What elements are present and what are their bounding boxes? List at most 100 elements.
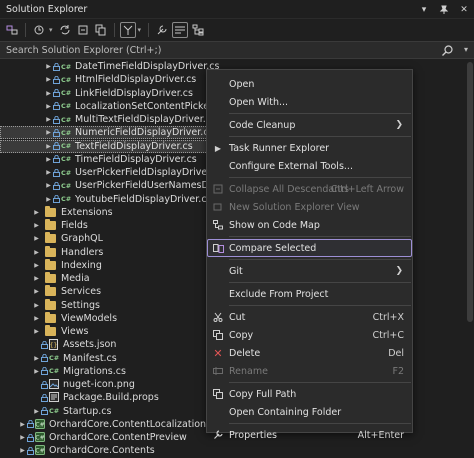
properties-wrench-icon[interactable] [154,22,170,38]
csharp-file-icon: C# [61,155,72,164]
vertical-scrollbar[interactable] [467,62,473,322]
expand-arrow-icon[interactable]: ▶ [44,182,53,189]
tree-item-label: nuget-icon.png [63,379,135,390]
menu-item-open[interactable]: Open [207,75,412,93]
expand-arrow-icon[interactable]: ▶ [44,116,53,123]
expand-arrow-icon[interactable]: ▶ [32,209,41,216]
expand-arrow-icon[interactable]: ▶ [32,235,41,242]
close-icon[interactable]: ✕ [458,4,470,16]
menu-item-label: Properties [229,429,278,441]
track-active-item-icon[interactable] [119,22,136,38]
menu-item-open-with[interactable]: Open With... [207,93,412,111]
expand-arrow-icon[interactable]: ▶ [32,368,41,375]
menu-item-compare-selected[interactable]: Compare Selected [207,239,412,257]
menu-separator [229,423,411,424]
expand-arrow-icon[interactable]: ▶ [44,156,53,163]
menu-item-properties[interactable]: Properties Alt+Enter [207,426,412,444]
menu-item-git[interactable]: Git ❯ [207,262,412,280]
tree-project-item[interactable]: ▶ C# OrchardCore.Contents [0,444,474,457]
expand-arrow-icon[interactable]: ▶ [44,76,53,83]
switch-views-icon[interactable] [4,22,20,38]
tree-item-label: Migrations.cs [63,365,126,377]
menu-item-rename[interactable]: Rename F2 [207,362,412,380]
tree-item-label: Package.Build.props [63,392,159,404]
menu-item-label: Rename [229,365,268,377]
pending-changes-icon[interactable] [31,22,47,38]
menu-item-shortcut: Ctrl+Left Arrow [330,183,404,195]
csharp-file-icon: C# [49,367,60,376]
tree-file-item[interactable]: ▶ C# TextFieldDisplayDriver.cs [0,139,216,153]
expand-arrow-icon[interactable]: ▶ [44,90,53,97]
expand-arrow-icon[interactable]: ▶ [44,196,53,203]
menu-item-show-on-code-map[interactable]: Show on Code Map [207,216,412,234]
lock-icon [27,433,34,442]
expand-arrow-icon[interactable]: ▶ [32,288,41,295]
tree-file-item[interactable]: ▶ C# NumericFieldDisplayDriver.cs [0,126,216,140]
menu-item-open-containing-folder[interactable]: Open Containing Folder [207,403,412,421]
expand-arrow-icon[interactable]: ▶ [44,103,53,110]
menu-item-task-runner-explorer[interactable]: ▶ Task Runner Explorer [207,139,412,157]
menu-item-code-cleanup[interactable]: Code Cleanup ❯ [207,116,412,134]
dropdown-icon[interactable]: ▾ [418,4,430,16]
expand-arrow-icon[interactable]: ▶ [18,447,27,454]
preview-selected-items-icon[interactable] [172,22,189,38]
expand-arrow-icon[interactable]: ▶ [32,302,41,309]
expand-arrow-icon[interactable]: ▶ [44,143,53,150]
menu-item-cut[interactable]: Cut Ctrl+X [207,308,412,326]
search-bar[interactable]: Search Solution Explorer (Ctrl+;) ▾ [0,41,474,59]
menu-item-collapse-all-descendants[interactable]: Collapse All Descendants Ctrl+Left Arrow [207,180,412,198]
toolbar: ▾ ▾ [0,19,474,41]
expand-arrow-icon[interactable]: ▶ [44,129,53,136]
json-file-icon: {} [49,339,58,351]
lock-icon [53,62,60,71]
menu-item-copy[interactable]: Copy Ctrl+C [207,326,412,344]
expand-arrow-icon[interactable]: ▶ [44,169,53,176]
expand-arrow-icon[interactable]: ▶ [32,328,41,335]
chevron-down-icon[interactable]: ▾ [49,26,53,34]
csharp-project-icon: C# [35,418,45,430]
menu-separator [229,282,411,283]
csharp-file-icon: C# [61,168,72,177]
expand-arrow-icon[interactable]: ▶ [32,249,41,256]
lock-icon [53,115,60,124]
sync-icon[interactable] [57,22,73,38]
menu-item-label: Git [229,265,243,277]
pin-icon[interactable] [438,4,450,16]
folder-icon [45,219,56,230]
search-options-chevron-icon[interactable]: ▾ [464,45,468,54]
search-input[interactable]: Search Solution Explorer (Ctrl+;) [6,45,161,56]
expand-arrow-icon[interactable]: ▶ [18,434,27,441]
tree-item-label: Indexing [61,259,102,271]
lock-icon [41,235,44,243]
expand-arrow-icon[interactable]: ▶ [32,355,41,362]
menu-item-label: Open [229,78,255,90]
csharp-project-icon: C# [35,432,45,443]
expand-arrow-icon[interactable]: ▶ [32,408,41,415]
expand-arrow-icon[interactable]: ▶ [32,222,41,229]
menu-item-copy-full-path[interactable]: Copy Full Path [207,385,412,403]
lock-icon [41,261,44,269]
menu-item-delete[interactable]: ✕ Delete Del [207,344,412,362]
menu-item-exclude-from-project[interactable]: Exclude From Project [207,285,412,303]
menu-item-new-solution-explorer-view[interactable]: New Solution Explorer View [207,198,412,216]
menu-item-shortcut: Alt+Enter [357,429,404,441]
hierarchy-icon[interactable] [190,22,206,38]
csharp-file-icon: C# [61,75,72,84]
csharp-file-icon: C# [61,142,72,150]
expand-arrow-icon[interactable]: ▶ [32,262,41,269]
folder-icon [45,272,56,283]
expand-arrow-icon[interactable]: ▶ [32,275,41,282]
menu-item-label: Exclude From Project [229,288,329,300]
menu-separator [229,177,411,178]
expand-arrow-icon[interactable]: ▶ [32,315,41,322]
expand-arrow-icon[interactable]: ▶ [18,421,27,428]
collapse-all-icon[interactable] [75,22,91,38]
tree-item-label: GraphQL [61,233,103,245]
tree-item-label: YoutubeFieldDisplayDriver.cs [75,193,212,205]
chevron-down-icon[interactable]: ▾ [138,26,142,34]
search-icon[interactable] [441,44,454,57]
expand-arrow-icon[interactable]: ▶ [44,63,53,70]
menu-item-configure-external-tools[interactable]: Configure External Tools... [207,157,412,175]
show-all-files-icon[interactable] [93,22,109,38]
lock-icon [53,181,60,190]
